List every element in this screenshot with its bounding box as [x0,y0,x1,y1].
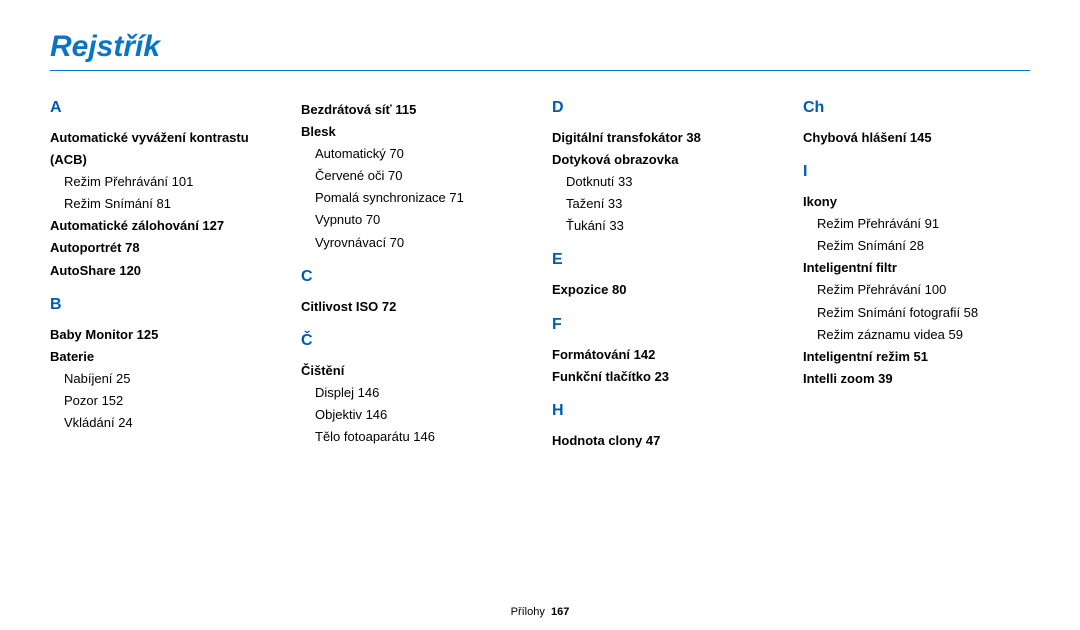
index-subentry: Pomalá synchronizace 71 [315,187,528,209]
index-entry: Baterie [50,346,277,368]
index-entry: Bezdrátová síť 115 [301,99,528,121]
index-entry: Blesk [301,121,528,143]
index-letter: F [552,316,779,334]
index-subentry: Vypnuto 70 [315,209,528,231]
index-letter: E [552,251,779,269]
index-letter: B [50,296,277,314]
index-entry: Citlivost ISO 72 [301,296,528,318]
index-entry: Funkční tlačítko 23 [552,366,779,388]
index-subentry: Ťukání 33 [566,215,779,237]
index-column: ChChybová hlášení 145IIkonyRežim Přehráv… [803,99,1030,452]
index-columns: AAutomatické vyvážení kontrastu (ACB)Rež… [50,99,1030,452]
index-entry: Intelli zoom 39 [803,368,1030,390]
index-letter: H [552,402,779,420]
index-entry: Inteligentní filtr [803,257,1030,279]
index-entry: Autoportrét 78 [50,237,277,259]
index-letter: I [803,163,1030,181]
index-entry: Dotyková obrazovka [552,149,779,171]
index-entry: Hodnota clony 47 [552,430,779,452]
index-entry: Chybová hlášení 145 [803,127,1030,149]
index-subentry: Automatický 70 [315,143,528,165]
index-subentry: Režim Přehrávání 100 [817,279,1030,301]
index-subentry: Nabíjení 25 [64,368,277,390]
index-subentry: Režim záznamu videa 59 [817,324,1030,346]
index-column: AAutomatické vyvážení kontrastu (ACB)Rež… [50,99,277,452]
footer-page: 167 [551,606,569,618]
index-subentry: Režim Snímání 81 [64,193,277,215]
index-subentry: Pozor 152 [64,390,277,412]
index-subentry: Tělo fotoaparátu 146 [315,426,528,448]
index-letter: Ch [803,99,1030,117]
index-subentry: Tažení 33 [566,193,779,215]
index-entry: Digitální transfokátor 38 [552,127,779,149]
index-subentry: Vyrovnávací 70 [315,232,528,254]
index-entry: Formátování 142 [552,344,779,366]
index-letter: A [50,99,277,117]
index-subentry: Červené oči 70 [315,165,528,187]
index-entry: Čištění [301,360,528,382]
index-letter: C [301,268,528,286]
footer-section: Přílohy [511,606,545,618]
index-subentry: Režim Přehrávání 91 [817,213,1030,235]
index-subentry: Objektiv 146 [315,404,528,426]
index-entry: Automatické zálohování 127 [50,215,277,237]
index-subentry: Vkládání 24 [64,412,277,434]
index-subentry: Displej 146 [315,382,528,404]
index-entry: Expozice 80 [552,279,779,301]
index-entry: Automatické vyvážení kontrastu (ACB) [50,127,277,171]
page-footer: Přílohy 167 [0,606,1080,618]
index-entry: Ikony [803,191,1030,213]
page-title: Rejstřík [50,30,1030,71]
index-column: Bezdrátová síť 115BleskAutomatický 70Čer… [301,99,528,452]
index-entry: AutoShare 120 [50,260,277,282]
index-subentry: Dotknutí 33 [566,171,779,193]
index-subentry: Režim Snímání fotografií 58 [817,302,1030,324]
index-letter: D [552,99,779,117]
index-entry: Inteligentní režim 51 [803,346,1030,368]
index-subentry: Režim Přehrávání 101 [64,171,277,193]
index-entry: Baby Monitor 125 [50,324,277,346]
index-column: D Digitální transfokátor 38Dotyková obraz… [552,99,779,452]
index-subentry: Režim Snímání 28 [817,235,1030,257]
index-letter: Č [301,332,528,350]
